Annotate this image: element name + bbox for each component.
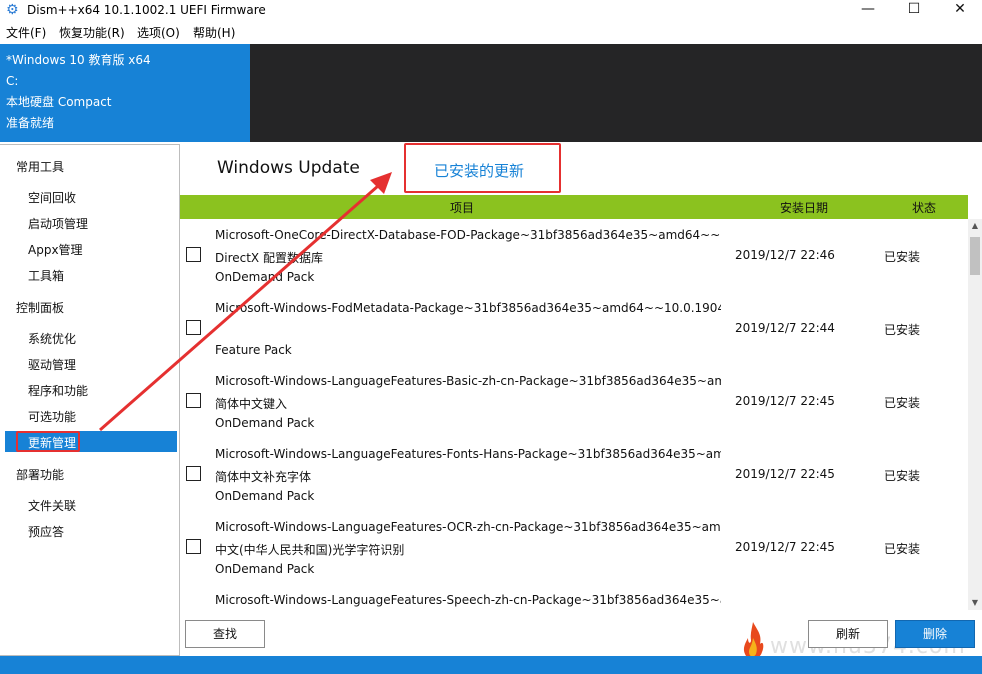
sidebar-item-appx[interactable]: Appx管理 [28,241,83,258]
row-checkbox[interactable] [186,320,201,335]
session-list-area [250,44,982,142]
sidebar-group-deploy: 部署功能 [16,468,65,482]
update-name: Microsoft-Windows-FodMetadata-Package~31… [215,301,721,315]
row-checkbox[interactable] [186,393,201,408]
column-header-date[interactable]: 安装日期 [780,199,828,216]
install-date: 2019/12/7 22:45 [735,394,835,408]
column-header-item[interactable]: 项目 [450,199,474,216]
tab-installed-updates[interactable]: 已安装的更新 [434,160,524,181]
refresh-button[interactable]: 刷新 [808,620,888,648]
update-description: 中文(中华人民共和国)光学字符识别 [215,543,405,557]
update-type: OnDemand Pack [215,489,315,503]
sidebar-item-space-cleanup[interactable]: 空间回收 [28,189,76,206]
delete-button[interactable]: 删除 [895,620,975,648]
update-name: Microsoft-Windows-LanguageFeatures-Fonts… [215,447,721,461]
drive-letter: C: [6,74,19,88]
update-name: Microsoft-Windows-LanguageFeatures-Speec… [215,593,721,607]
window-title: Dism++x64 10.1.1002.1 UEFI Firmware [27,3,266,17]
install-status: 已安装 [884,469,921,483]
disk-info: 本地硬盘 Compact [6,95,112,109]
menu-options[interactable]: 选项(O) [137,25,180,41]
table-row[interactable]: Microsoft-Windows-FodMetadata-Package~31… [180,292,968,365]
row-checkbox[interactable] [186,539,201,554]
update-name: Microsoft-Windows-LanguageFeatures-Basic… [215,374,721,388]
update-type: OnDemand Pack [215,270,315,284]
install-date: 2019/12/7 22:44 [735,321,835,335]
sidebar-item-optional-features[interactable]: 可选功能 [28,408,76,425]
update-description: DirectX 配置数据库 [215,251,323,265]
find-button[interactable]: 查找 [185,620,265,648]
install-status: 已安装 [884,250,921,264]
row-checkbox[interactable] [186,466,201,481]
table-row[interactable]: Microsoft-Windows-LanguageFeatures-Fonts… [180,438,968,511]
sidebar-item-pre-answer[interactable]: 预应答 [28,523,64,540]
gear-icon: ⚙ [6,2,19,18]
row-checkbox[interactable] [186,247,201,262]
menu-bar: 文件(F) 恢复功能(R) 选项(O) 帮助(H) [0,22,982,44]
install-date: 2019/12/7 22:45 [735,467,835,481]
sidebar-group-common-tools: 常用工具 [16,160,65,174]
sidebar-item-drivers[interactable]: 驱动管理 [28,356,76,373]
update-type: OnDemand Pack [215,562,315,576]
menu-file[interactable]: 文件(F) [6,25,46,41]
update-description: 简体中文补充字体 [215,470,312,484]
session-status: 准备就绪 [6,116,55,130]
menu-recovery[interactable]: 恢复功能(R) [59,25,125,41]
minimize-button[interactable]: — [845,0,891,20]
table-row[interactable]: Microsoft-Windows-LanguageFeatures-OCR-z… [180,511,968,584]
scroll-down-icon[interactable]: ▼ [968,596,982,610]
update-description: 简体中文键入 [215,397,288,411]
install-date: 2019/12/7 22:45 [735,540,835,554]
table-header: 项目 安装日期 状态 [180,195,968,219]
update-type: Feature Pack [215,343,292,357]
os-name: *Windows 10 教育版 x64 [6,53,151,67]
update-list: Microsoft-OneCore-DirectX-Database-FOD-P… [180,219,968,610]
sidebar: 常用工具 空间回收 启动项管理 Appx管理 工具箱 控制面板 系统优化 驱动管… [0,144,180,656]
install-date: 2019/12/7 22:46 [735,248,835,262]
install-status: 已安装 [884,323,921,337]
sidebar-item-programs[interactable]: 程序和功能 [28,382,88,399]
session-info-panel[interactable]: *Windows 10 教育版 x64 C: 本地硬盘 Compact 准备就绪 [0,44,250,142]
update-type: OnDemand Pack [215,416,315,430]
update-name: Microsoft-Windows-LanguageFeatures-OCR-z… [215,520,721,534]
column-header-status[interactable]: 状态 [912,199,936,216]
scroll-up-icon[interactable]: ▲ [968,219,982,233]
update-name: Microsoft-OneCore-DirectX-Database-FOD-P… [215,228,721,242]
sidebar-group-control-panel: 控制面板 [16,301,65,315]
maximize-button[interactable]: ☐ [891,0,937,20]
sidebar-item-file-assoc[interactable]: 文件关联 [28,497,76,514]
sidebar-item-toolbox[interactable]: 工具箱 [28,267,64,284]
sidebar-item-startup[interactable]: 启动项管理 [28,215,88,232]
menu-help[interactable]: 帮助(H) [193,25,235,41]
title-bar: ⚙ Dism++x64 10.1.1002.1 UEFI Firmware — … [0,0,982,20]
status-bar [0,656,982,674]
close-button[interactable]: ✕ [937,0,982,20]
vertical-scrollbar[interactable]: ▲ ▼ [968,219,982,610]
table-row[interactable]: Microsoft-Windows-LanguageFeatures-Speec… [180,584,968,610]
sidebar-item-optimize[interactable]: 系统优化 [28,330,76,347]
page-title: Windows Update [217,158,360,178]
install-status: 已安装 [884,542,921,556]
sidebar-item-updates-label: 更新管理 [28,436,77,450]
table-row[interactable]: Microsoft-Windows-LanguageFeatures-Basic… [180,365,968,438]
table-row[interactable]: Microsoft-OneCore-DirectX-Database-FOD-P… [180,219,968,292]
scroll-thumb[interactable] [970,237,980,275]
install-status: 已安装 [884,396,921,410]
